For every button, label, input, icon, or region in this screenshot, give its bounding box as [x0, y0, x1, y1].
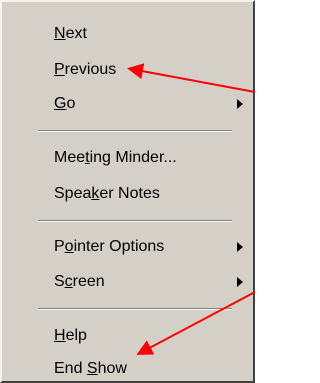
menu-item-next-label: Next — [54, 25, 87, 42]
menu-item-next[interactable]: Next — [18, 20, 248, 48]
menu-item-go[interactable]: Go — [18, 90, 248, 118]
submenu-arrow-icon — [237, 242, 243, 252]
menu-item-end-show[interactable]: End Show — [18, 355, 248, 383]
menu-item-previous[interactable]: Previous — [18, 56, 248, 84]
submenu-arrow-icon — [237, 277, 243, 287]
menu-separator — [38, 308, 232, 310]
menu-separator — [38, 130, 232, 132]
menu-item-go-label: Go — [54, 95, 76, 112]
menu-separator — [38, 220, 232, 222]
menu-item-meeting-minder-label: Meeting Minder... — [54, 149, 177, 166]
menu-item-pointer-options-label: Pointer Options — [54, 238, 165, 255]
menu-item-pointer-options[interactable]: Pointer Options — [18, 233, 248, 261]
menu-item-previous-label: Previous — [54, 61, 117, 78]
screenshot: Next Previous Go Meeting Minder... Speak… — [0, 0, 255, 383]
menu-item-screen-label: Screen — [54, 273, 105, 290]
menu-item-help-label: Help — [54, 327, 87, 344]
menu-item-screen[interactable]: Screen — [18, 268, 248, 296]
menu-item-speaker-notes-label: Speaker Notes — [54, 185, 160, 202]
slide-show-context-menu: Next Previous Go Meeting Minder... Speak… — [0, 0, 255, 383]
submenu-arrow-icon — [237, 99, 243, 109]
menu-item-speaker-notes[interactable]: Speaker Notes — [18, 180, 248, 208]
menu-item-help[interactable]: Help — [18, 322, 248, 350]
menu-item-end-show-label: End Show — [54, 360, 127, 377]
menu-item-meeting-minder[interactable]: Meeting Minder... — [18, 144, 248, 172]
